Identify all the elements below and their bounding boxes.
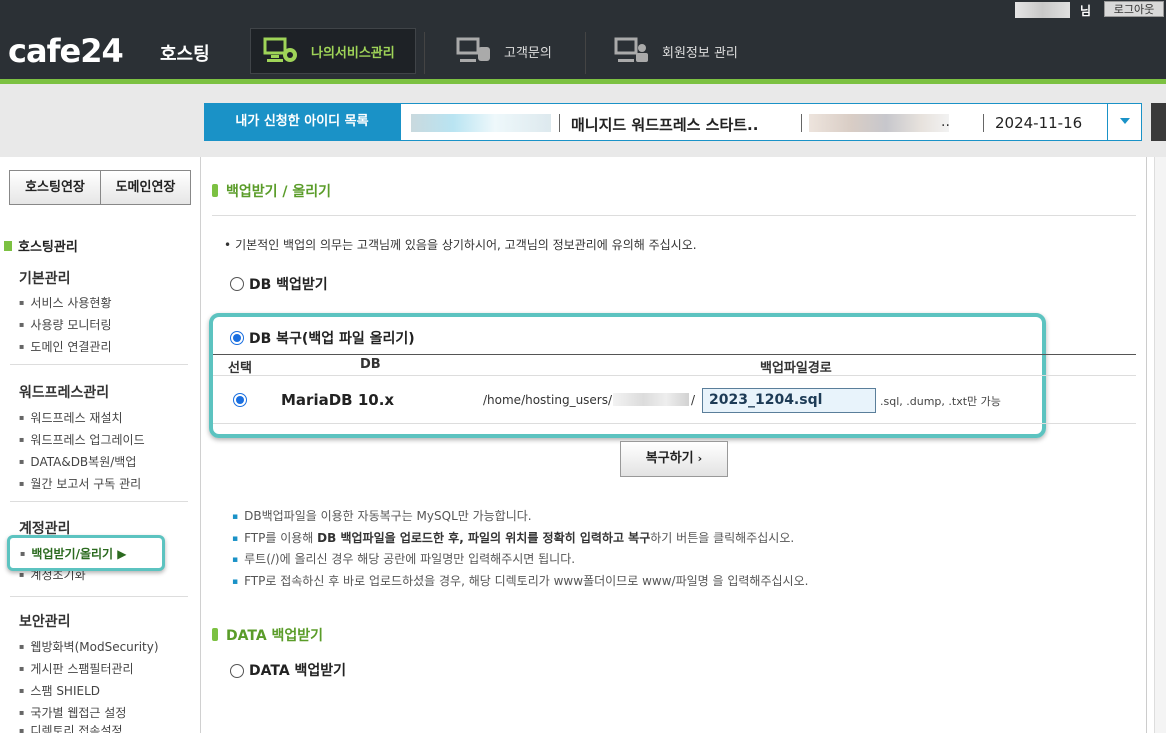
sidebar-item-usage-monitoring[interactable]: 사용량 모니터링 bbox=[19, 316, 111, 333]
side-action-button[interactable] bbox=[1151, 103, 1166, 141]
nav-my-service[interactable]: 나의서비스관리 bbox=[250, 28, 416, 74]
table-bottom-line bbox=[213, 423, 1136, 424]
sidebar-group-security: 보안관리 bbox=[19, 614, 71, 630]
chevron-right-icon: › bbox=[697, 452, 703, 465]
sidebar-item-data-db-restore[interactable]: DATA&DB복원/백업 bbox=[19, 453, 136, 470]
db-restore-radio[interactable] bbox=[230, 331, 244, 345]
hosting-management-title: 호스팅관리 bbox=[4, 236, 78, 255]
tip-item: FTP를 이용해 DB 백업파일을 업로드한 후, 파일의 위치를 정확히 입력… bbox=[232, 529, 794, 546]
nav-customer-inquiry[interactable]: 고객문의 bbox=[444, 28, 584, 74]
table-row-line bbox=[213, 375, 1136, 376]
cafe24-logo[interactable]: cafe24 bbox=[8, 32, 124, 70]
id-select[interactable]: 매니지드 워드프레스 스타트.. .. 2024-11-16 bbox=[400, 103, 1142, 141]
sidebar-item-country-access[interactable]: 국가별 웹접근 설정 bbox=[19, 704, 126, 721]
sidebar-group-basic: 기본관리 bbox=[19, 271, 71, 287]
nav-separator bbox=[424, 32, 425, 74]
sidebar-item-waf[interactable]: 웹방화벽(ModSecurity) bbox=[19, 638, 158, 655]
title-marker-icon bbox=[212, 184, 218, 197]
content-border bbox=[1146, 157, 1147, 733]
logo-subtitle: 호스팅 bbox=[160, 44, 210, 65]
logout-button[interactable]: 로그아웃 bbox=[1104, 1, 1164, 17]
nav-member-info[interactable]: 회원정보 관리 bbox=[602, 28, 762, 74]
db-row-radio[interactable] bbox=[233, 393, 247, 407]
service-date: 2024-11-16 bbox=[995, 114, 1083, 132]
sidebar-item-spam-shield[interactable]: 스팸 SHIELD bbox=[19, 682, 100, 699]
sidebar-group-wordpress: 워드프레스관리 bbox=[19, 385, 110, 401]
service-gear-icon bbox=[263, 37, 301, 65]
data-backup-radio[interactable] bbox=[230, 664, 244, 678]
tip-item: DB백업파일을 이용한 자동복구는 MySQL만 가능합니다. bbox=[232, 507, 532, 524]
monitor-phone-icon bbox=[456, 37, 494, 65]
page-title: 백업받기 / 올리기 bbox=[212, 181, 331, 201]
sidebar-item-spam-filter[interactable]: 게시판 스팸필터관리 bbox=[19, 660, 133, 677]
file-type-hint: .sql, .dump, .txt만 가능 bbox=[880, 395, 1001, 408]
tip-item: 루트(/)에 올리신 경우 해당 공란에 파일명만 입력해주시면 됩니다. bbox=[232, 550, 575, 567]
sidebar-item-domain-connect[interactable]: 도메인 연결관리 bbox=[19, 338, 111, 355]
user-suffix: 님 bbox=[1080, 4, 1092, 18]
nav-my-service-label: 나의서비스관리 bbox=[311, 45, 395, 61]
nav-member-info-label: 회원정보 관리 bbox=[662, 45, 738, 61]
id-dropdown-button[interactable] bbox=[1107, 104, 1141, 140]
sidebar-item-wp-reinstall[interactable]: 워드프레스 재설치 bbox=[19, 409, 122, 426]
sidebar-item-wp-upgrade[interactable]: 워드프레스 업그레이드 bbox=[19, 431, 144, 448]
plan-name: 매니지드 워드프레스 스타트.. bbox=[571, 116, 759, 134]
field-separator bbox=[801, 114, 802, 132]
col-db-header: DB bbox=[360, 357, 381, 372]
title-divider bbox=[212, 215, 1136, 216]
nav-separator bbox=[585, 32, 586, 74]
col-select-header: 선택 bbox=[228, 361, 252, 376]
domain-renew-button[interactable]: 도메인연장 bbox=[100, 170, 191, 205]
path-user-redacted bbox=[613, 393, 689, 406]
sidebar-item-directory-access[interactable]: 디렉토리 접속설정 bbox=[19, 722, 122, 733]
sidebar-item-backup-upload[interactable]: 백업받기/올리기 ▶ bbox=[7, 535, 165, 571]
sidebar-divider bbox=[10, 364, 188, 365]
monitor-user-icon bbox=[614, 37, 652, 65]
field-separator bbox=[559, 114, 560, 132]
db-restore-label[interactable]: DB 복구(백업 파일 올리기) bbox=[249, 328, 415, 348]
sidebar-item-backup-upload-label: 백업받기/올리기 ▶ bbox=[20, 545, 126, 562]
db-engine-name: MariaDB 10.x bbox=[281, 391, 395, 409]
sidebar-divider bbox=[10, 501, 188, 502]
tip-item: FTP로 접속하신 후 바로 업로드하셨을 경우, 해당 디렉토리가 www폴더… bbox=[232, 572, 808, 589]
domain-redacted bbox=[809, 114, 949, 132]
db-backup-label[interactable]: DB 백업받기 bbox=[249, 274, 328, 294]
hosting-id-redacted bbox=[411, 114, 551, 132]
path-slash: / bbox=[691, 393, 696, 407]
sidebar-item-monthly-report[interactable]: 월간 보고서 구독 관리 bbox=[19, 475, 141, 492]
backup-notice: 기본적인 백업의 의무는 고객님께 있음을 상기하시어, 고객님의 정보관리에 … bbox=[224, 236, 696, 253]
path-prefix: /home/hosting_users/ bbox=[483, 393, 613, 407]
field-separator bbox=[983, 114, 984, 132]
table-header-line bbox=[213, 354, 1136, 355]
nav-customer-inquiry-label: 고객문의 bbox=[504, 45, 552, 61]
backup-file-input[interactable]: 2023_1204.sql bbox=[702, 388, 876, 413]
section-marker-icon bbox=[4, 241, 12, 251]
restore-button[interactable]: 복구하기 › bbox=[620, 441, 728, 477]
chevron-down-icon bbox=[1120, 118, 1130, 124]
col-path-header: 백업파일경로 bbox=[760, 361, 832, 376]
right-panel-strip bbox=[1154, 157, 1166, 733]
hosting-renew-button[interactable]: 호스팅연장 bbox=[9, 170, 101, 205]
data-backup-label[interactable]: DATA 백업받기 bbox=[249, 660, 346, 680]
data-backup-title: DATA 백업받기 bbox=[212, 625, 323, 645]
domain-ellipsis: .. bbox=[941, 114, 950, 130]
title-marker-icon bbox=[212, 628, 218, 641]
id-list-label: 내가 신청한 아이디 목록 bbox=[204, 103, 400, 141]
sidebar-divider bbox=[10, 596, 188, 597]
db-backup-radio[interactable] bbox=[230, 277, 244, 291]
username-redacted bbox=[1015, 2, 1070, 18]
sidebar-item-service-usage[interactable]: 서비스 사용현황 bbox=[19, 294, 111, 311]
